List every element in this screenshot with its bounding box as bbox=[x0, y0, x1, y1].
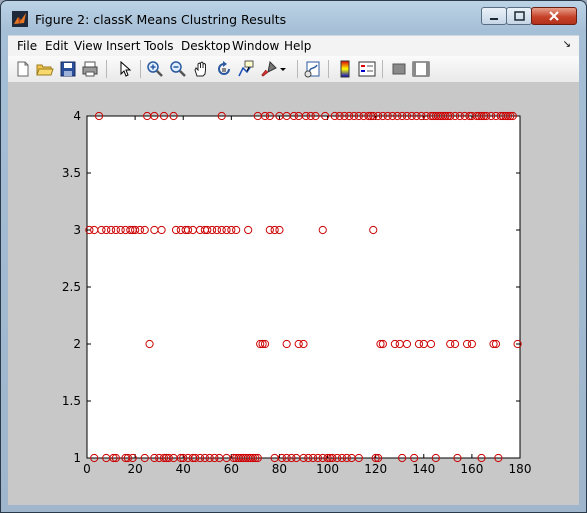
x-tick-label: 40 bbox=[176, 462, 191, 476]
hide-plot-tools-icon[interactable] bbox=[390, 60, 408, 78]
menu-desktop[interactable]: Desktop bbox=[181, 39, 231, 53]
menu-file[interactable]: File bbox=[17, 39, 37, 53]
menu-view[interactable]: View bbox=[74, 39, 102, 53]
x-tick-label: 120 bbox=[364, 462, 387, 476]
x-tick-label: 180 bbox=[509, 462, 532, 476]
figure-canvas: 0 20 40 60 80 100 120 140 160 180 1 1.5 2 2.5 3 3.5 4 bbox=[8, 83, 579, 505]
menu-tools[interactable]: Tools bbox=[144, 39, 174, 53]
rotate-3d-icon[interactable] bbox=[215, 60, 233, 78]
show-plot-tools-icon[interactable] bbox=[412, 60, 430, 78]
menu-bar: File Edit View Insert Tools Desktop Wind… bbox=[8, 35, 579, 56]
matlab-logo-icon bbox=[12, 11, 28, 27]
x-tick-label: 80 bbox=[272, 462, 287, 476]
toolbar-separator bbox=[106, 60, 107, 78]
brush-icon[interactable] bbox=[260, 60, 278, 78]
y-tick-label: 2.5 bbox=[62, 280, 81, 294]
x-tick-label: 140 bbox=[412, 462, 435, 476]
minimize-button[interactable] bbox=[481, 7, 507, 25]
print-icon[interactable] bbox=[81, 60, 99, 78]
maximize-button[interactable] bbox=[506, 7, 532, 25]
maximize-icon bbox=[514, 11, 525, 21]
toolbar-separator bbox=[382, 60, 383, 78]
x-tick-label: 100 bbox=[316, 462, 339, 476]
x-tick-label: 20 bbox=[127, 462, 142, 476]
colorbar-icon[interactable] bbox=[336, 60, 354, 78]
close-icon bbox=[549, 11, 559, 21]
x-tick-label: 60 bbox=[224, 462, 239, 476]
menu-insert[interactable]: Insert bbox=[106, 39, 140, 53]
pan-hand-icon[interactable] bbox=[192, 60, 210, 78]
x-tick-label: 0 bbox=[83, 462, 91, 476]
scatter-plot[interactable]: 0 20 40 60 80 100 120 140 160 180 1 1.5 2 2.5 3 3.5 4 bbox=[8, 83, 579, 505]
legend-icon[interactable] bbox=[358, 60, 376, 78]
window-title: Figure 2: classK Means Clustring Results bbox=[35, 12, 287, 27]
toolbar-separator bbox=[140, 60, 141, 78]
close-button[interactable] bbox=[531, 7, 577, 25]
figure-toolbar bbox=[8, 56, 579, 83]
title-bar[interactable]: Figure 2: classK Means Clustring Results bbox=[1, 1, 586, 35]
save-icon[interactable] bbox=[59, 60, 77, 78]
toolbar-separator bbox=[297, 60, 298, 78]
x-tick-label: 160 bbox=[460, 462, 483, 476]
toolbar-separator bbox=[328, 60, 329, 78]
minimize-icon bbox=[490, 18, 498, 20]
y-tick-label: 3.5 bbox=[62, 166, 81, 180]
new-file-icon[interactable] bbox=[14, 60, 32, 78]
data-cursor-icon[interactable] bbox=[237, 60, 255, 78]
zoom-out-icon[interactable] bbox=[169, 60, 187, 78]
menu-window[interactable]: Window bbox=[232, 39, 279, 53]
zoom-in-icon[interactable] bbox=[146, 60, 164, 78]
y-tick-label: 4 bbox=[73, 109, 81, 123]
menu-dock-arrow-icon[interactable]: ↘ bbox=[563, 39, 571, 50]
y-tick-label: 1 bbox=[73, 451, 81, 465]
axes-area[interactable] bbox=[86, 115, 521, 459]
y-tick-label: 2 bbox=[73, 337, 81, 351]
y-tick-label: 1.5 bbox=[62, 394, 81, 408]
menu-edit[interactable]: Edit bbox=[45, 39, 68, 53]
open-folder-icon[interactable] bbox=[36, 60, 54, 78]
brush-dropdown-icon[interactable] bbox=[278, 60, 288, 78]
link-plot-icon[interactable] bbox=[304, 60, 322, 78]
figure-window: Figure 2: classK Means Clustring Results… bbox=[0, 0, 587, 513]
menu-help[interactable]: Help bbox=[284, 39, 311, 53]
y-tick-label: 3 bbox=[73, 223, 81, 237]
pointer-icon[interactable] bbox=[116, 60, 134, 78]
